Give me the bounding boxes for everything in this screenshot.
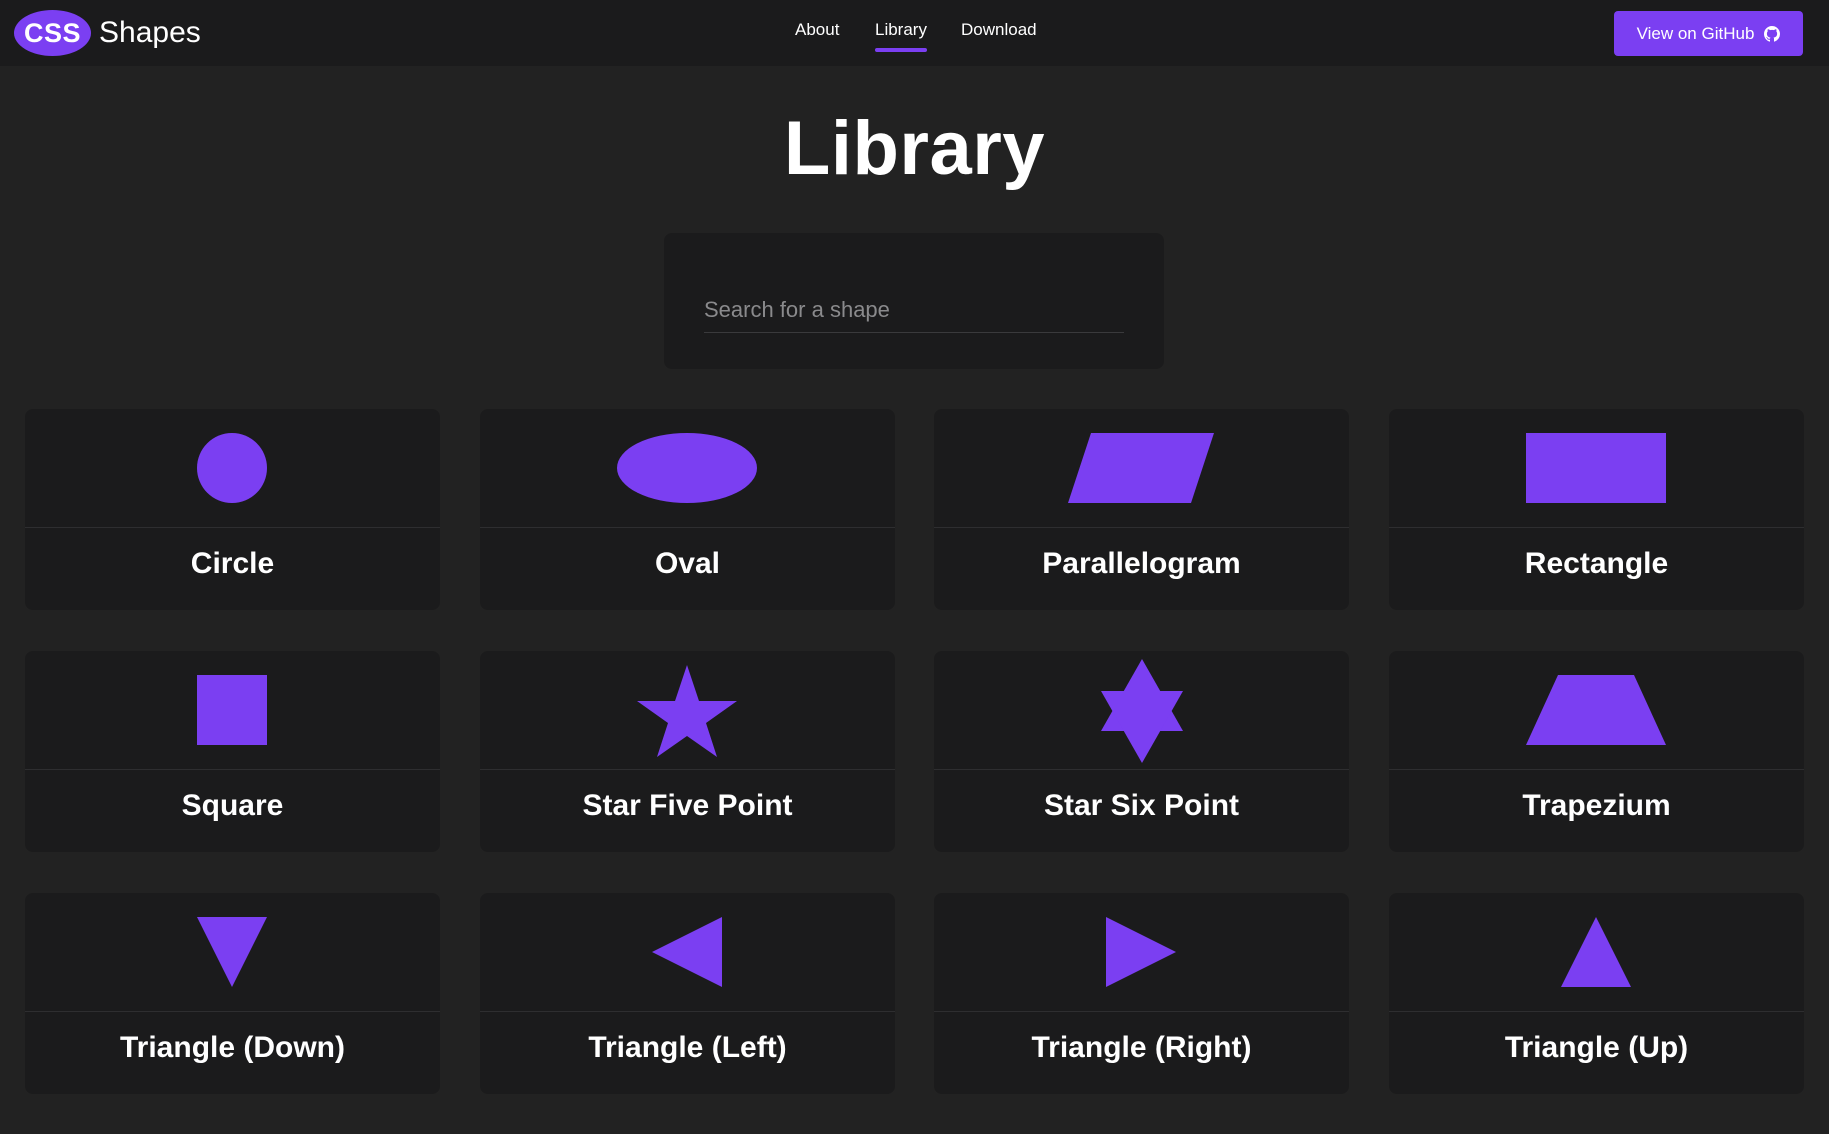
page-title: Library (783, 106, 1046, 191)
shape-card-triangle-down[interactable]: Triangle (Down) (25, 893, 440, 1094)
shape-preview (25, 893, 440, 1011)
card-divider (25, 527, 440, 528)
main-nav: About Library Download (0, 0, 1829, 66)
parallelogram-icon (1068, 433, 1214, 503)
shape-card-label: Star Five Point (582, 789, 793, 822)
shape-card-rectangle[interactable]: Rectangle (1389, 409, 1804, 610)
square-icon (197, 675, 267, 745)
shape-card-label: Oval (654, 547, 721, 580)
search-panel (664, 233, 1164, 369)
github-icon (1764, 25, 1781, 42)
nav-item-library-label: Library (875, 20, 927, 39)
shape-preview (480, 651, 895, 769)
shape-card-trapezium[interactable]: Trapezium (1389, 651, 1804, 852)
card-divider (480, 1011, 895, 1012)
triangle-left-icon (652, 917, 722, 987)
shape-card-label: Trapezium (1522, 789, 1671, 822)
shape-preview (480, 409, 895, 527)
shape-card-star-five-point[interactable]: Star Five Point (480, 651, 895, 852)
shape-preview (1389, 651, 1804, 769)
shape-card-label: Triangle (Left) (588, 1031, 787, 1064)
shape-card-parallelogram[interactable]: Parallelogram (934, 409, 1349, 610)
triangle-right-icon (1106, 917, 1176, 987)
shape-card-triangle-left[interactable]: Triangle (Left) (480, 893, 895, 1094)
shape-card-square[interactable]: Square (25, 651, 440, 852)
star-five-point-icon (637, 665, 737, 757)
card-divider (480, 769, 895, 770)
shape-card-triangle-right[interactable]: Triangle (Right) (934, 893, 1349, 1094)
oval-icon (617, 433, 757, 503)
card-divider (25, 1011, 440, 1012)
shape-card-triangle-up[interactable]: Triangle (Up) (1389, 893, 1804, 1094)
card-divider (934, 527, 1349, 528)
shape-preview (1389, 409, 1804, 527)
rectangle-icon (1526, 433, 1666, 503)
shape-card-oval[interactable]: Oval (480, 409, 895, 610)
shape-preview (934, 409, 1349, 527)
triangle-up-icon (1561, 917, 1631, 987)
shape-preview (934, 651, 1349, 769)
github-button-label: View on GitHub (1636, 23, 1755, 43)
card-divider (480, 527, 895, 528)
top-navbar: CSS Shapes About Library Download View o… (0, 0, 1829, 66)
shape-preview (934, 893, 1349, 1011)
card-divider (934, 769, 1349, 770)
shape-preview (25, 409, 440, 527)
shape-card-label: Circle (190, 547, 275, 580)
card-divider (1389, 769, 1804, 770)
nav-item-download[interactable]: Download (961, 20, 1037, 40)
shape-card-label: Star Six Point (1043, 789, 1240, 822)
triangle-down-icon (197, 917, 267, 987)
shape-card-star-six-point[interactable]: Star Six Point (934, 651, 1349, 852)
shape-card-label: Parallelogram (1042, 547, 1241, 580)
shape-card-label: Triangle (Up) (1504, 1031, 1689, 1064)
circle-icon (197, 433, 267, 503)
shape-card-circle[interactable]: Circle (25, 409, 440, 610)
shape-card-label: Square (181, 789, 284, 822)
shape-card-label: Rectangle (1524, 547, 1669, 580)
shape-card-label: Triangle (Right) (1031, 1031, 1252, 1064)
search-input[interactable] (704, 287, 1124, 333)
card-divider (1389, 527, 1804, 528)
shape-preview (25, 651, 440, 769)
shape-card-label: Triangle (Down) (120, 1031, 345, 1064)
card-divider (1389, 1011, 1804, 1012)
card-divider (25, 769, 440, 770)
shape-preview (1389, 893, 1804, 1011)
nav-item-about[interactable]: About (795, 20, 839, 40)
trapezium-icon (1526, 675, 1666, 745)
star-six-point-icon (1101, 659, 1183, 763)
card-divider (934, 1011, 1349, 1012)
nav-item-library[interactable]: Library (875, 20, 927, 52)
view-on-github-button[interactable]: View on GitHub (1614, 11, 1803, 56)
shape-preview (480, 893, 895, 1011)
active-nav-indicator (875, 48, 927, 52)
